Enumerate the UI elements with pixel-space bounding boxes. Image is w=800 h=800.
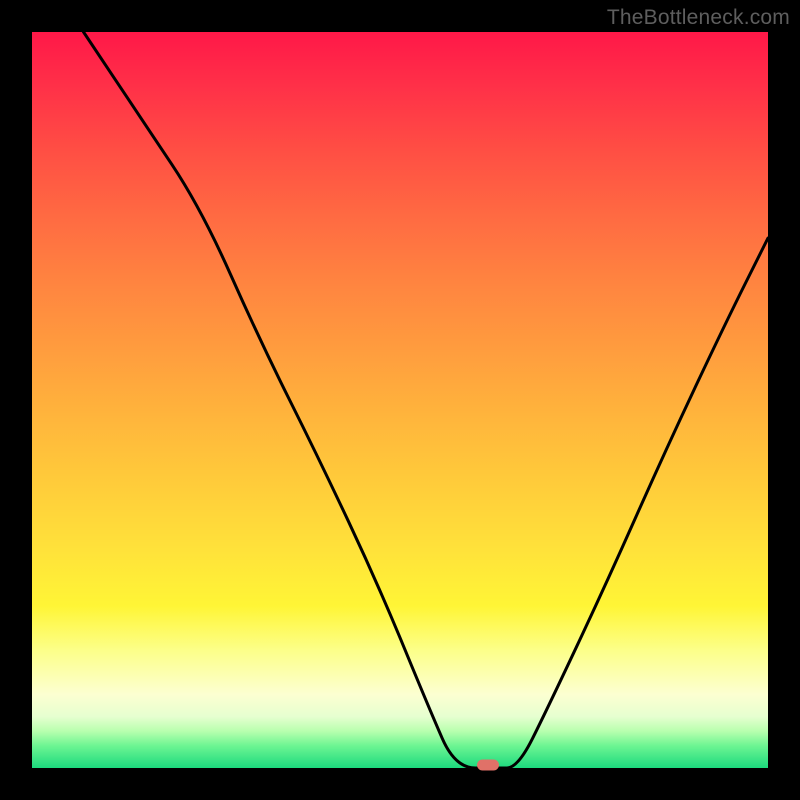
marker-pill bbox=[477, 760, 499, 771]
attribution-text: TheBottleneck.com bbox=[607, 6, 790, 30]
plot-area bbox=[32, 32, 768, 768]
bottleneck-curve bbox=[32, 32, 768, 768]
chart-frame: TheBottleneck.com bbox=[0, 0, 800, 800]
